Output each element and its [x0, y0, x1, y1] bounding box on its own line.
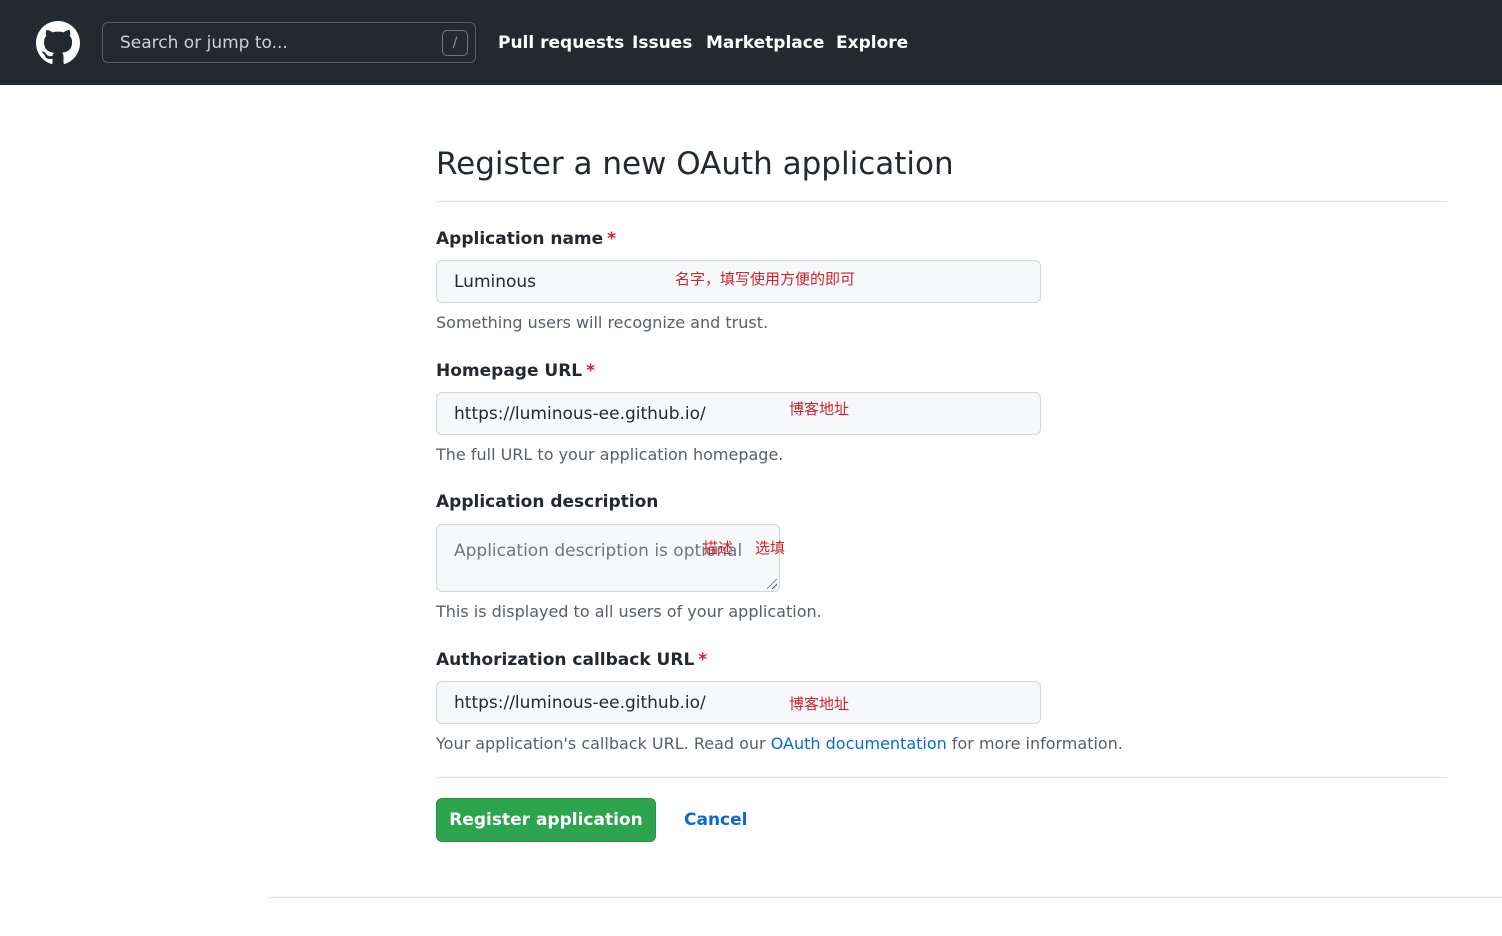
form-divider [436, 777, 1447, 778]
required-mark: * [607, 229, 617, 249]
resize-grip-icon[interactable] [767, 579, 777, 589]
nav-marketplace[interactable]: Marketplace [706, 33, 824, 53]
description-annotation-describe: 描述 [703, 539, 734, 557]
global-header: Search or jump to... / Pull requests Iss… [0, 0, 1502, 85]
callback-url-annotation: 博客地址 [789, 695, 850, 713]
homepage-url-field[interactable]: https://luminous-ee.github.io/ [436, 392, 1041, 435]
slash-shortcut-icon: / [442, 30, 468, 56]
app-name-annotation: 名字，填写使用方便的即可 [675, 270, 856, 288]
register-application-button[interactable]: Register application [436, 798, 656, 842]
nav-issues[interactable]: Issues [632, 33, 692, 53]
description-annotation-optional: 选填 [755, 539, 786, 557]
search-box[interactable]: Search or jump to... / [102, 22, 476, 63]
oauth-documentation-link[interactable]: OAuth documentation [771, 734, 947, 753]
description-hint: This is displayed to all users of your a… [436, 602, 822, 621]
description-placeholder: Application description is optional [454, 541, 743, 561]
title-divider [436, 201, 1447, 202]
homepage-url-label: Homepage URL * [436, 361, 596, 381]
homepage-url-hint: The full URL to your application homepag… [436, 445, 784, 464]
description-textarea[interactable]: Application description is optional [436, 524, 780, 592]
app-name-value: Luminous [454, 272, 537, 292]
nav-explore[interactable]: Explore [836, 33, 908, 53]
description-label: Application description [436, 492, 659, 512]
required-mark: * [586, 361, 596, 381]
required-mark: * [698, 650, 708, 670]
callback-url-label: Authorization callback URL * [436, 650, 708, 670]
callback-url-field[interactable]: https://luminous-ee.github.io/ [436, 681, 1041, 724]
github-logo-icon[interactable] [36, 21, 80, 65]
homepage-url-annotation: 博客地址 [789, 400, 850, 418]
nav-pull-requests[interactable]: Pull requests [498, 33, 624, 53]
footer-divider [268, 897, 1502, 898]
app-name-label: Application name * [436, 229, 617, 249]
search-placeholder: Search or jump to... [120, 33, 288, 53]
cancel-link[interactable]: Cancel [684, 810, 747, 830]
callback-url-hint: Your application's callback URL. Read ou… [436, 734, 1123, 753]
callback-url-value: https://luminous-ee.github.io/ [454, 693, 706, 713]
page-title: Register a new OAuth application [436, 146, 954, 182]
homepage-url-value: https://luminous-ee.github.io/ [454, 404, 706, 424]
app-name-hint: Something users will recognize and trust… [436, 313, 769, 332]
